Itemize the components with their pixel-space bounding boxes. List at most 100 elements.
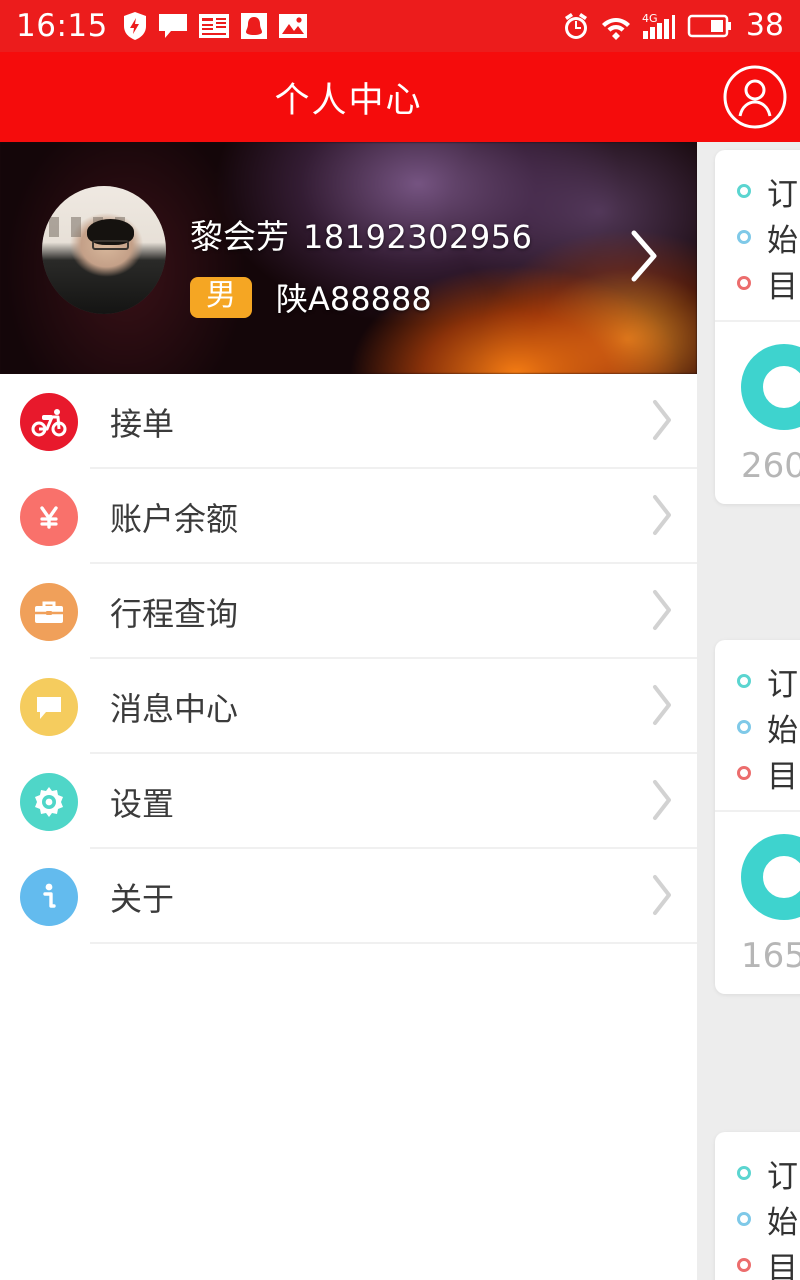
menu-chevron	[649, 587, 675, 637]
chevron-right-icon	[653, 874, 671, 915]
order-dot-icon	[737, 230, 751, 244]
order-line-label: 始	[767, 1204, 798, 1241]
menu-item-label: 接单	[110, 404, 175, 443]
chevron-right-icon	[653, 399, 671, 440]
qq-penguin-icon	[240, 13, 267, 39]
profile-name: 黎会芳	[190, 217, 289, 256]
status-time: 16:15	[16, 7, 108, 44]
profile-banner[interactable]: 黎会芳 18192302956 男 陕A88888	[0, 142, 697, 374]
shield-bolt-icon	[123, 12, 146, 40]
order-amount: 165.	[741, 936, 800, 976]
info-icon	[20, 867, 78, 926]
scooter-icon	[20, 392, 78, 451]
order-dot-icon	[737, 1166, 751, 1180]
menu-item-messages[interactable]: 消息中心	[0, 659, 697, 754]
wifi-icon	[601, 18, 630, 40]
menu-item-label: 设置	[110, 784, 175, 823]
order-progress-ring	[741, 344, 800, 430]
avatar-photo	[42, 186, 166, 314]
battery-percent: 38	[745, 8, 784, 43]
order-line-label: 目	[767, 1250, 798, 1280]
title-bar: 个人中心	[0, 52, 800, 142]
menu-item-about[interactable]: 关于	[0, 849, 697, 944]
order-line-label: 目	[767, 268, 798, 305]
profile-info: 黎会芳 18192302956 男 陕A88888	[190, 210, 532, 320]
order-card-lines: 订 始 目	[715, 1132, 800, 1280]
plate-number: 陕A88888	[276, 280, 432, 318]
chevron-right-icon	[631, 230, 657, 282]
order-card-lines: 订 始 目	[715, 150, 800, 320]
order-dot-icon	[737, 276, 751, 290]
menu-item-label: 行程查询	[110, 594, 239, 633]
battery-icon	[687, 14, 731, 38]
menu-chevron	[649, 492, 675, 542]
order-card[interactable]: 订 始 目 260.	[715, 150, 800, 504]
order-progress-ring	[741, 834, 800, 920]
menu-chevron	[649, 777, 675, 827]
chat-icon	[158, 14, 187, 38]
chevron-right-icon	[653, 494, 671, 535]
order-line: 始	[737, 214, 800, 260]
chat-bubble-icon	[20, 677, 78, 736]
order-dot-icon	[737, 184, 751, 198]
order-card-body: 165.	[715, 812, 800, 994]
menu-chevron	[649, 872, 675, 922]
profile-chevron[interactable]	[627, 228, 661, 288]
row-divider	[90, 942, 697, 944]
order-card-body: 260.	[715, 322, 800, 504]
order-dot-icon	[737, 1258, 751, 1272]
chevron-right-icon	[653, 779, 671, 820]
order-card[interactable]: 订 始 目 165.	[715, 640, 800, 994]
order-line: 目	[737, 750, 800, 796]
order-line-label: 始	[767, 222, 798, 259]
signal-icon: 4G	[642, 12, 675, 39]
menu-item-trips[interactable]: 行程查询	[0, 564, 697, 659]
avatar[interactable]	[42, 186, 166, 314]
order-list-panel: 订 始 目 260. 订	[697, 142, 800, 1280]
news-icon	[198, 14, 229, 38]
profile-detail-row: 男 陕A88888	[190, 274, 532, 320]
menu-item-label: 消息中心	[110, 689, 239, 728]
order-line-label: 始	[767, 712, 798, 749]
status-bar: 16:15 4G 38	[0, 0, 800, 52]
order-line: 订	[737, 658, 800, 704]
gallery-icon	[278, 14, 307, 38]
order-line-label: 目	[767, 758, 798, 795]
order-line: 目	[737, 260, 800, 306]
order-line-label: 订	[767, 176, 798, 213]
order-line: 始	[737, 704, 800, 750]
profile-name-row: 黎会芳 18192302956	[190, 210, 532, 258]
order-dot-icon	[737, 720, 751, 734]
menu-item-orders[interactable]: 接单	[0, 374, 697, 469]
status-bar-left: 16:15	[16, 7, 308, 44]
gear-icon	[20, 772, 78, 831]
menu-chevron	[649, 397, 675, 447]
order-dot-icon	[737, 766, 751, 780]
menu-chevron	[649, 682, 675, 732]
order-card-lines: 订 始 目	[715, 640, 800, 810]
svg-text:4G: 4G	[642, 12, 658, 25]
gender-badge: 男	[190, 276, 252, 318]
order-line-label: 订	[767, 1158, 798, 1195]
order-line: 订	[737, 1150, 800, 1196]
yuan-icon	[20, 487, 78, 546]
menu-item-balance[interactable]: 账户余额	[0, 469, 697, 564]
order-dot-icon	[737, 674, 751, 688]
app-screen: 16:15 4G 38 个人中心 黎会芳 18192302956 男 陕A888…	[0, 0, 800, 1280]
briefcase-icon	[20, 582, 78, 641]
order-card[interactable]: 订 始 目	[715, 1132, 800, 1280]
profile-icon-button[interactable]	[722, 64, 788, 130]
profile-phone: 18192302956	[303, 218, 533, 256]
chevron-right-icon	[653, 589, 671, 630]
chevron-right-icon	[653, 684, 671, 725]
person-circle-icon	[723, 65, 787, 129]
menu-list: 接单 账户余额 行程查询 消息中心 设置 关于	[0, 374, 697, 944]
order-line: 订	[737, 168, 800, 214]
order-amount: 260.	[741, 446, 800, 486]
order-line: 目	[737, 1242, 800, 1280]
menu-item-settings[interactable]: 设置	[0, 754, 697, 849]
order-line-label: 订	[767, 666, 798, 703]
menu-item-label: 账户余额	[110, 499, 239, 538]
alarm-icon	[564, 13, 587, 39]
page-title: 个人中心	[274, 80, 423, 121]
